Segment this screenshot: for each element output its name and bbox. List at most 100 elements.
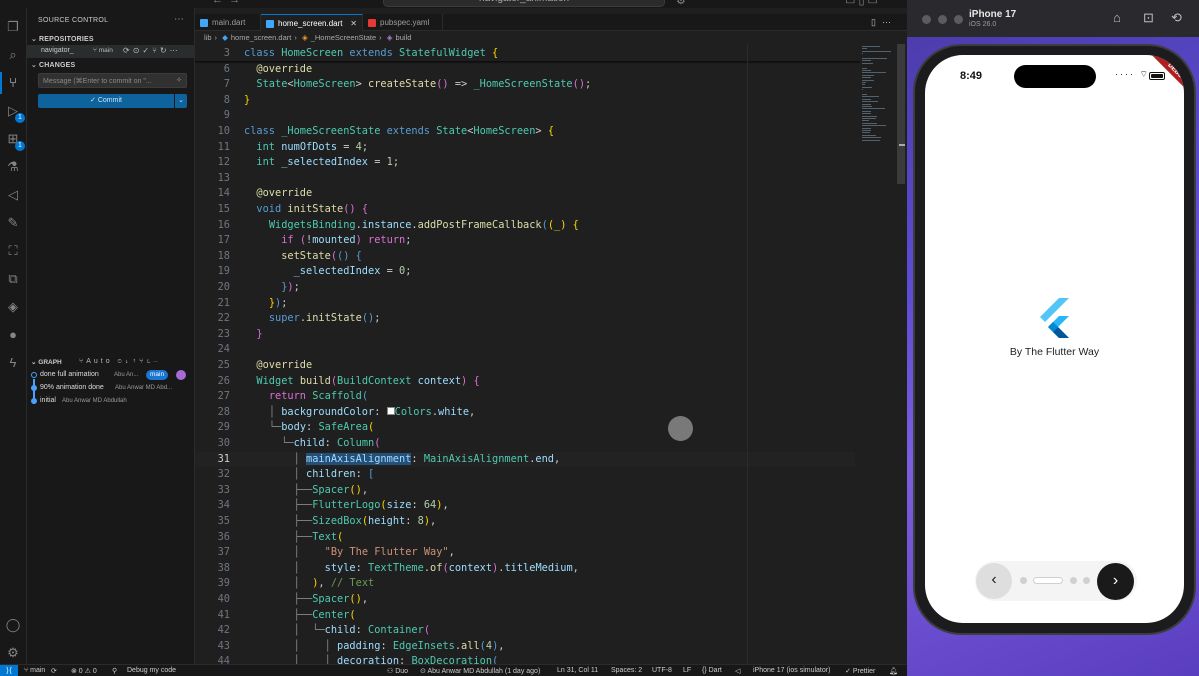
sparkle-icon[interactable]: ✧ bbox=[176, 76, 182, 84]
code-line[interactable]: 13 bbox=[195, 171, 855, 187]
code-line[interactable]: 43 │ │ padding: EdgeInsets.all(4), bbox=[195, 639, 855, 655]
code-line[interactable]: 7 State<HomeScreen> createState() => _Ho… bbox=[195, 77, 855, 93]
graph-commit[interactable]: 90% animation done Abu Anwar MD Abd... bbox=[27, 382, 194, 394]
minimize-window-button[interactable] bbox=[938, 15, 947, 24]
status-spaces[interactable]: Spaces: 2 bbox=[611, 667, 642, 674]
search-icon[interactable]: ⌕ bbox=[4, 46, 22, 64]
status-eol[interactable]: LF bbox=[683, 667, 691, 674]
github-icon[interactable]: ● bbox=[4, 326, 22, 344]
status-prettier[interactable]: ✓ Prettier bbox=[845, 667, 875, 675]
code-line[interactable]: 37 │ "By The Flutter Way", bbox=[195, 545, 855, 561]
command-center-search[interactable]: navigator_animation bbox=[383, 0, 665, 7]
code-line[interactable]: 18 setState(() { bbox=[195, 249, 855, 265]
breadcrumb-item[interactable]: build bbox=[396, 33, 412, 42]
repositories-section[interactable]: ⌄ REPOSITORIES bbox=[31, 35, 94, 43]
code-line[interactable]: 21 }); bbox=[195, 296, 855, 312]
status-problems[interactable]: ⊗ 0 ⚠ 0 bbox=[71, 667, 97, 675]
code-line[interactable]: 23 } bbox=[195, 327, 855, 343]
code-line[interactable]: 42 │ └─child: Container( bbox=[195, 623, 855, 639]
notifications-bell-icon[interactable]: 🔔︎ bbox=[889, 667, 898, 675]
tab-main-dart[interactable]: main.dart bbox=[195, 14, 261, 31]
status-language[interactable]: {} Dart bbox=[702, 667, 722, 674]
repo-toolbar-icons[interactable]: ⟳⊙✓⑂↻⋯ bbox=[123, 46, 181, 55]
status-blame[interactable]: ⊙ Abu Anwar MD Abdullah (1 day ago) bbox=[420, 667, 540, 675]
code-line[interactable]: 40 ├──Spacer(), bbox=[195, 592, 855, 608]
graph-commit[interactable]: initial Abu Anwar MD Abdullah bbox=[27, 395, 194, 407]
code-line[interactable]: 32 │ children: [ bbox=[195, 467, 855, 483]
code-line[interactable]: 36 ├──Text( bbox=[195, 530, 855, 546]
code-line[interactable]: 39 │ ), // Text bbox=[195, 576, 855, 592]
changes-section[interactable]: ⌄ CHANGES bbox=[31, 61, 75, 69]
repo-branch[interactable]: ⑂ main bbox=[93, 47, 113, 54]
account-icon[interactable]: ◯ bbox=[4, 616, 22, 634]
code-line[interactable]: 15 void initState() { bbox=[195, 202, 855, 218]
more-actions-icon[interactable]: ⋯ bbox=[174, 14, 184, 25]
status-duo[interactable]: ⚇ Duo bbox=[387, 667, 408, 675]
remote-explorer-icon[interactable]: ⛶ bbox=[4, 242, 22, 260]
code-line[interactable]: 41 ├──Center( bbox=[195, 608, 855, 624]
bolt-icon[interactable]: ϟ bbox=[4, 354, 22, 372]
extensions-icon[interactable]: ⊞ 1 bbox=[4, 130, 25, 151]
forward-arrow-icon[interactable]: → bbox=[229, 0, 240, 6]
code-line[interactable]: 10 class _HomeScreenState extends State<H… bbox=[195, 124, 855, 140]
next-button[interactable]: › bbox=[1097, 563, 1134, 600]
layout-icons[interactable]: ▭ ▯ ▭ bbox=[845, 0, 878, 7]
source-control-icon[interactable]: ⑂ bbox=[0, 72, 22, 94]
gitlab-icon[interactable]: ◈ bbox=[4, 298, 22, 316]
status-position[interactable]: Ln 31, Col 11 bbox=[557, 667, 598, 674]
previous-button[interactable]: ‹ bbox=[976, 563, 1012, 599]
code-line[interactable]: 19 _selectedIndex = 0; bbox=[195, 264, 855, 280]
debug-icon[interactable]: ⚲ bbox=[112, 667, 117, 675]
iphone-screen[interactable]: 8:49 ···· ⌔ DEBUG By The Flutter Way ‹ › bbox=[925, 55, 1184, 623]
code-line[interactable]: 34 ├──FlutterLogo(size: 64), bbox=[195, 498, 855, 514]
sync-icon[interactable]: ⟳ bbox=[51, 667, 57, 675]
copilot-icon[interactable]: ⚙ bbox=[676, 0, 686, 7]
repository-row[interactable]: navigator_ ⑂ main ⟳⊙✓⑂↻⋯ bbox=[27, 45, 194, 58]
commit-message-input[interactable]: Message (⌘Enter to commit on "... ✧ bbox=[38, 73, 187, 88]
code-line[interactable]: 31 │ mainAxisAlignment: MainAxisAlignmen… bbox=[195, 451, 855, 468]
code-line[interactable]: 38 │ style: TextTheme.of(context).titleM… bbox=[195, 561, 855, 577]
status-encoding[interactable]: UTF-8 bbox=[652, 667, 672, 674]
breadcrumb-item[interactable]: home_screen.dart bbox=[231, 33, 291, 42]
status-device[interactable]: iPhone 17 (ios simulator) bbox=[753, 667, 830, 674]
code-line[interactable]: 26 Widget build(BuildContext context) { bbox=[195, 374, 855, 390]
code-line[interactable]: 29 └─body: SafeArea( bbox=[195, 420, 855, 436]
commit-dropdown-button[interactable]: ⌄ bbox=[175, 94, 187, 108]
close-icon[interactable]: ✕ bbox=[350, 15, 357, 32]
tab-home-screen-dart[interactable]: home_screen.dart ✕ bbox=[261, 14, 363, 31]
code-line[interactable]: 8} bbox=[195, 93, 855, 109]
code-line[interactable]: 24 bbox=[195, 342, 855, 358]
breadcrumb-item[interactable]: lib bbox=[204, 33, 212, 42]
status-debug[interactable]: Debug my code bbox=[127, 667, 176, 674]
code-line[interactable]: 9 bbox=[195, 108, 855, 124]
code-line[interactable]: 33 ├──Spacer(), bbox=[195, 483, 855, 499]
remote-indicator-icon[interactable]: ⟩⟨ bbox=[0, 665, 18, 676]
back-arrow-icon[interactable]: ← bbox=[212, 0, 223, 6]
breadcrumb-item[interactable]: _HomeScreenState bbox=[311, 33, 376, 42]
code-line[interactable]: 27 return Scaffold( bbox=[195, 389, 855, 405]
code-line[interactable]: 11 int numOfDots = 4; bbox=[195, 140, 855, 156]
rotate-icon[interactable]: ⟲ bbox=[1171, 10, 1182, 26]
code-line[interactable]: 22 super.initState(); bbox=[195, 311, 855, 327]
code-line[interactable]: 28 │ backgroundColor: Colors.white, bbox=[195, 405, 855, 421]
code-line[interactable]: 30 └─child: Column( bbox=[195, 436, 855, 452]
graph-toolbar[interactable]: ⑂Auto ⊙⇣⇡⑂↻⋯ bbox=[79, 358, 161, 365]
code-line[interactable]: 17 if (!mounted) return; bbox=[195, 233, 855, 249]
manage-gear-icon[interactable]: ⚙ bbox=[4, 644, 22, 662]
explorer-icon[interactable]: ❐ bbox=[4, 18, 22, 36]
screenshot-icon[interactable]: ⊡ bbox=[1143, 10, 1154, 26]
status-branch[interactable]: ⑂ main bbox=[24, 667, 45, 674]
commit-button[interactable]: ✓ Commit bbox=[38, 94, 174, 108]
editor-actions[interactable]: ▯⋯ bbox=[871, 14, 897, 31]
graph-commit[interactable]: done full animation Abu An... main bbox=[27, 369, 194, 381]
brush-icon[interactable]: ✎ bbox=[4, 214, 22, 232]
code-line[interactable]: 20 }); bbox=[195, 280, 855, 296]
code-line[interactable]: 16 WidgetsBinding.instance.addPostFrameC… bbox=[195, 218, 855, 234]
tab-pubspec-yaml[interactable]: pubspec.yaml bbox=[363, 14, 443, 31]
code-editor[interactable]: 3 class HomeScreen extends StatefulWidget… bbox=[195, 44, 855, 666]
run-debug-icon[interactable]: ▷ 1 bbox=[4, 102, 25, 123]
code-line[interactable]: 25 @override bbox=[195, 358, 855, 374]
flutter-icon[interactable]: ◁ bbox=[4, 186, 22, 204]
minimap[interactable] bbox=[860, 44, 896, 154]
code-line[interactable]: 35 ├──SizedBox(height: 8), bbox=[195, 514, 855, 530]
